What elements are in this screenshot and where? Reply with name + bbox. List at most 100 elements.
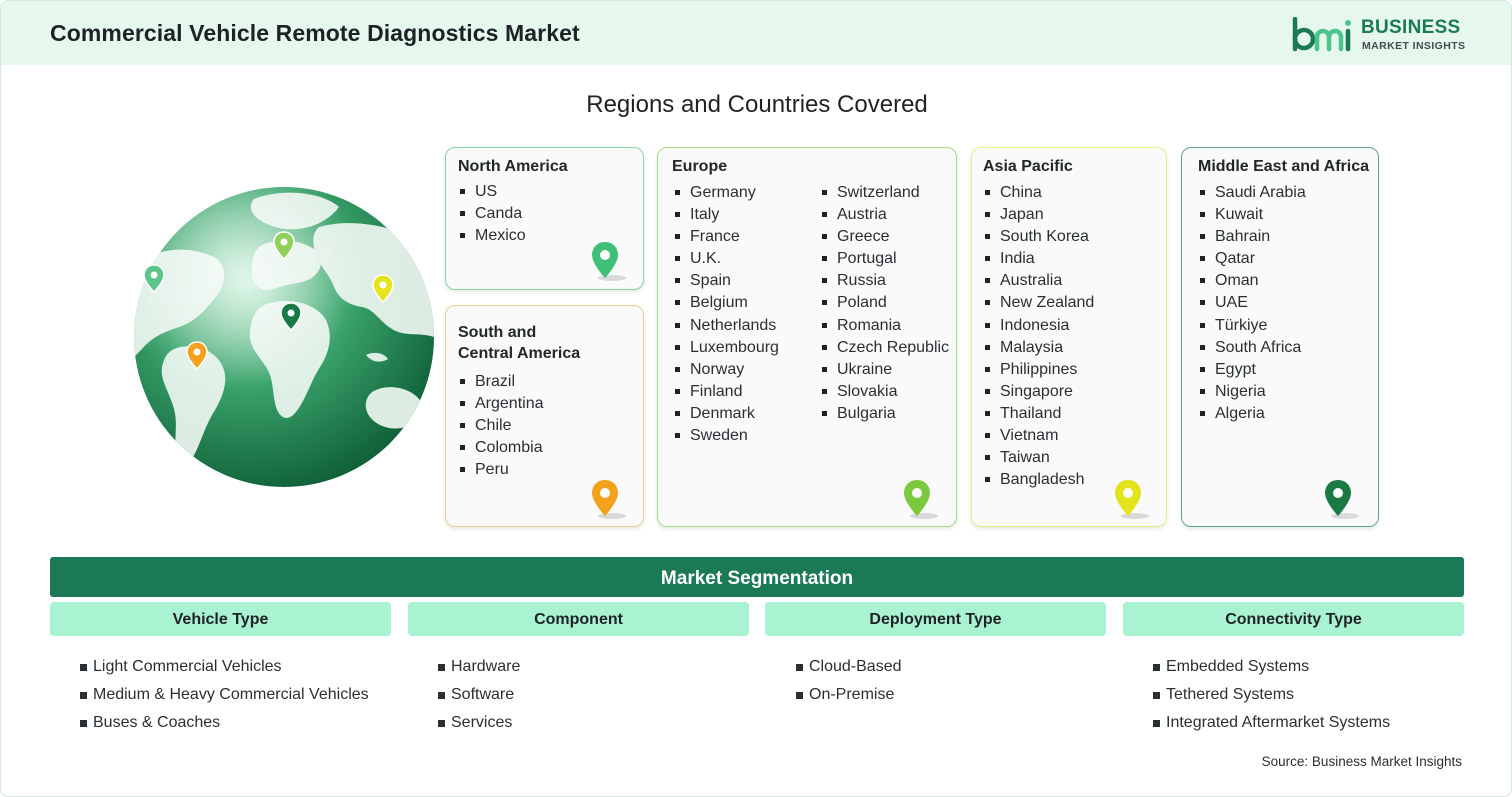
country-item: Philippines bbox=[983, 359, 1094, 381]
segment-item: Hardware bbox=[438, 653, 520, 681]
country-item: Vietnam bbox=[983, 425, 1094, 447]
country-item: U.K. bbox=[673, 248, 779, 270]
country-item: Slovakia bbox=[820, 381, 949, 403]
country-item: Japan bbox=[983, 204, 1094, 226]
country-item: Spain bbox=[673, 270, 779, 292]
country-item: Belgium bbox=[673, 292, 779, 314]
country-item: Singapore bbox=[983, 381, 1094, 403]
bmi-logo: BUSINESS MARKET INSIGHTS bbox=[1291, 15, 1471, 55]
country-item: Luxembourg bbox=[673, 337, 779, 359]
country-item: India bbox=[983, 248, 1094, 270]
region-card-north-america: North America US Canda Mexico bbox=[445, 147, 644, 290]
country-item: Oman bbox=[1198, 270, 1306, 292]
segment-item: Light Commercial Vehicles bbox=[80, 653, 369, 681]
country-item: Sweden bbox=[673, 425, 779, 447]
location-pin-icon bbox=[1325, 480, 1359, 519]
segment-item: Medium & Heavy Commercial Vehicles bbox=[80, 681, 369, 709]
country-item: Norway bbox=[673, 359, 779, 381]
logo-text-business: BUSINESS bbox=[1361, 17, 1461, 38]
segment-heading-vehicle-type: Vehicle Type bbox=[50, 602, 391, 636]
country-item: France bbox=[673, 226, 779, 248]
segment-list-component: Hardware Software Services bbox=[438, 653, 520, 737]
country-item: Greece bbox=[820, 226, 949, 248]
country-item: Saudi Arabia bbox=[1198, 182, 1306, 204]
country-item: Bahrain bbox=[1198, 226, 1306, 248]
country-item: US bbox=[458, 181, 526, 203]
country-item: Netherlands bbox=[673, 315, 779, 337]
country-item: UAE bbox=[1198, 292, 1306, 314]
region-card-asia-pacific: Asia Pacific China Japan South Korea Ind… bbox=[971, 147, 1167, 527]
logo-text-market-insights: MARKET INSIGHTS bbox=[1362, 40, 1466, 52]
segment-item: Tethered Systems bbox=[1153, 681, 1390, 709]
country-item: Argentina bbox=[458, 393, 544, 415]
bmi-logo-icon bbox=[1292, 17, 1351, 52]
region-name: Europe bbox=[672, 158, 728, 175]
country-list: US Canda Mexico bbox=[458, 181, 526, 247]
country-item: Bulgaria bbox=[820, 403, 949, 425]
country-item: Russia bbox=[820, 270, 949, 292]
country-item: Algeria bbox=[1198, 403, 1306, 425]
country-item: Ukraine bbox=[820, 359, 949, 381]
segmentation-title: Market Segmentation bbox=[50, 557, 1464, 597]
country-item: Chile bbox=[458, 415, 544, 437]
location-pin-icon bbox=[592, 480, 626, 519]
country-item: Canda bbox=[458, 203, 526, 225]
region-card-south-central-america: South and Central America Brazil Argenti… bbox=[445, 305, 644, 527]
segment-heading-connectivity-type: Connectivity Type bbox=[1123, 602, 1464, 636]
country-item: Türkiye bbox=[1198, 315, 1306, 337]
country-item: Brazil bbox=[458, 371, 544, 393]
segment-heading-deployment-type: Deployment Type bbox=[765, 602, 1106, 636]
country-item: Mexico bbox=[458, 225, 526, 247]
country-item: Nigeria bbox=[1198, 381, 1306, 403]
country-item: South Korea bbox=[983, 226, 1094, 248]
country-item: Denmark bbox=[673, 403, 779, 425]
country-item: Romania bbox=[820, 315, 949, 337]
country-item: Germany bbox=[673, 182, 779, 204]
region-card-europe: Europe Germany Italy France U.K. Spain B… bbox=[657, 147, 957, 527]
country-item: Peru bbox=[458, 459, 544, 481]
segment-item: Integrated Aftermarket Systems bbox=[1153, 709, 1390, 737]
segment-item: Software bbox=[438, 681, 520, 709]
country-item: New Zealand bbox=[983, 292, 1094, 314]
segment-heading-component: Component bbox=[408, 602, 749, 636]
header-bar: Commercial Vehicle Remote Diagnostics Ma… bbox=[1, 1, 1511, 65]
country-item: Italy bbox=[673, 204, 779, 226]
segment-item: Embedded Systems bbox=[1153, 653, 1390, 681]
country-item: Poland bbox=[820, 292, 949, 314]
segment-list-connectivity-type: Embedded Systems Tethered Systems Integr… bbox=[1153, 653, 1390, 737]
country-item: Malaysia bbox=[983, 337, 1094, 359]
country-item: Australia bbox=[983, 270, 1094, 292]
segment-item: Services bbox=[438, 709, 520, 737]
regions-title: Regions and Countries Covered bbox=[586, 91, 928, 118]
segment-item: Cloud-Based bbox=[796, 653, 902, 681]
segment-item: Buses & Coaches bbox=[80, 709, 369, 737]
country-item: Indonesia bbox=[983, 315, 1094, 337]
country-item: China bbox=[983, 182, 1094, 204]
country-item: South Africa bbox=[1198, 337, 1306, 359]
country-item: Taiwan bbox=[983, 447, 1094, 469]
region-name: Middle East and Africa bbox=[1198, 158, 1369, 175]
country-list: Saudi Arabia Kuwait Bahrain Qatar Oman U… bbox=[1198, 182, 1306, 425]
region-name: South and Central America bbox=[458, 324, 581, 362]
globe-icon bbox=[134, 187, 434, 487]
location-pin-icon bbox=[1115, 480, 1149, 519]
page-title: Commercial Vehicle Remote Diagnostics Ma… bbox=[50, 20, 580, 46]
location-pin-icon bbox=[592, 242, 626, 281]
segment-item: On-Premise bbox=[796, 681, 902, 709]
country-item: Thailand bbox=[983, 403, 1094, 425]
segment-list-vehicle-type: Light Commercial Vehicles Medium & Heavy… bbox=[80, 653, 369, 737]
country-list: China Japan South Korea India Australia … bbox=[983, 182, 1094, 491]
country-item: Kuwait bbox=[1198, 204, 1306, 226]
country-item: Bangladesh bbox=[983, 469, 1094, 491]
infographic-frame: Commercial Vehicle Remote Diagnostics Ma… bbox=[0, 0, 1512, 797]
country-item: Austria bbox=[820, 204, 949, 226]
country-item: Portugal bbox=[820, 248, 949, 270]
source-note: Source: Business Market Insights bbox=[1261, 754, 1462, 769]
country-item: Finland bbox=[673, 381, 779, 403]
country-list: Brazil Argentina Chile Colombia Peru bbox=[458, 371, 544, 481]
segment-list-deployment-type: Cloud-Based On-Premise bbox=[796, 653, 902, 709]
country-item: Qatar bbox=[1198, 248, 1306, 270]
country-list-col2: Switzerland Austria Greece Portugal Russ… bbox=[820, 182, 949, 425]
region-name: Asia Pacific bbox=[983, 158, 1073, 175]
location-pin-icon bbox=[904, 480, 938, 519]
